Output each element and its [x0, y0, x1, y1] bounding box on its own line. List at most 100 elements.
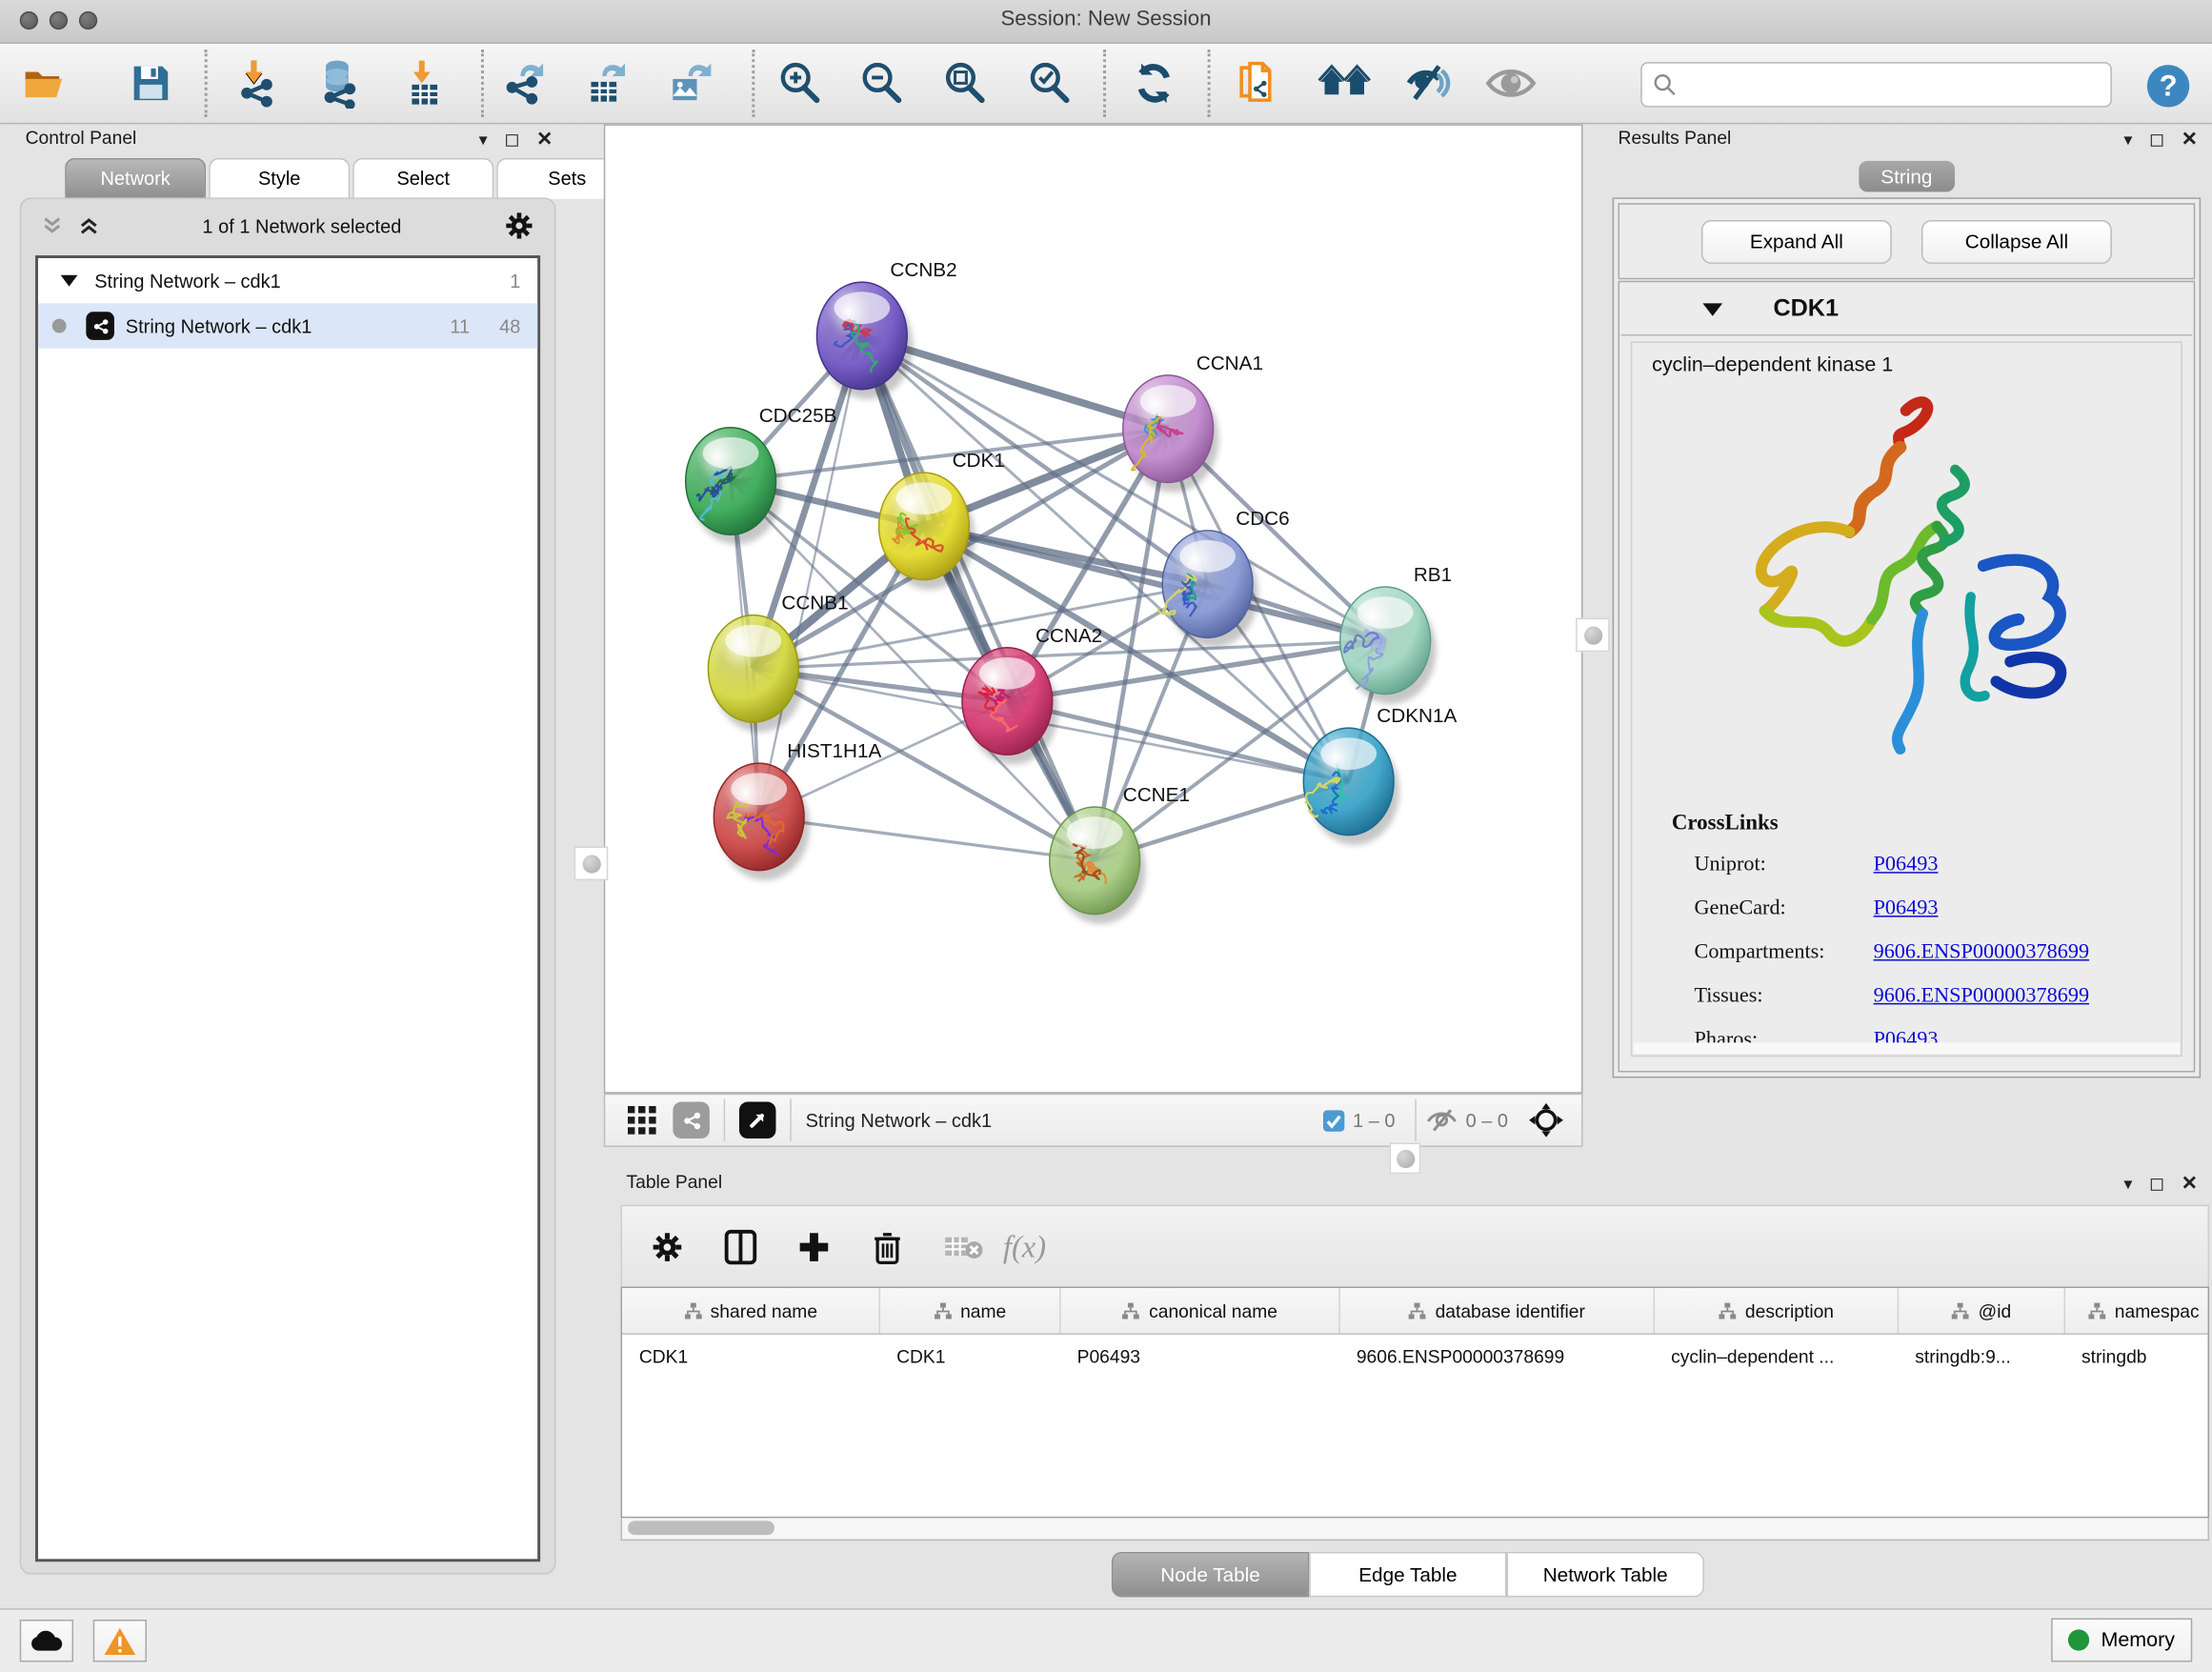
node-CDK1[interactable]: CDK1 — [879, 450, 1005, 590]
panel-close-icon[interactable]: ✕ — [536, 127, 553, 151]
import-table-from-file-button[interactable] — [398, 56, 452, 110]
delete-column-button[interactable] — [859, 1219, 915, 1275]
panel-collapse-icon[interactable]: ▾ — [2123, 1173, 2132, 1193]
zoom-selected-button[interactable] — [1023, 56, 1076, 110]
move-crosshair-icon[interactable] — [1528, 1102, 1565, 1139]
crosslink-link[interactable]: P06493 — [1874, 854, 1939, 877]
network-collection-row[interactable]: String Network – cdk1 1 — [38, 258, 537, 303]
table-hscrollbar-thumb[interactable] — [628, 1521, 774, 1535]
tab-node-table[interactable]: Node Table — [1112, 1552, 1309, 1597]
hidden-eye-icon[interactable] — [1425, 1106, 1459, 1135]
zoom-out-button[interactable] — [855, 56, 908, 110]
panel-float-icon[interactable]: ◻ — [2149, 128, 2164, 151]
panel-close-icon[interactable]: ✕ — [2182, 127, 2198, 151]
tab-select[interactable]: Select — [352, 158, 493, 199]
network-canvas[interactable]: CCNB2CCNA1CDC25BCDK1CDC6RB1CCNB1CCNA2CDK… — [604, 124, 1583, 1093]
gene-expander-icon[interactable] — [1702, 303, 1722, 315]
table-cell[interactable]: CDK1 — [879, 1334, 1060, 1377]
table-cell[interactable]: CDK1 — [622, 1334, 879, 1377]
table-cell[interactable]: stringdb — [2064, 1334, 2209, 1377]
help-button[interactable]: ? — [2142, 59, 2195, 112]
results-scrollbar[interactable] — [1634, 1042, 2180, 1054]
export-network-button[interactable] — [498, 56, 552, 110]
column-header-namespac[interactable]: namespac — [2064, 1288, 2209, 1334]
table-panel-title: Table Panel — [627, 1171, 723, 1192]
panel-close-icon[interactable]: ✕ — [2182, 1171, 2198, 1195]
crosslink-link[interactable]: 9606.ENSP00000378699 — [1874, 985, 2089, 1009]
column-header-description[interactable]: description — [1654, 1288, 1898, 1334]
import-network-from-database-button[interactable] — [312, 56, 365, 110]
node-RB1[interactable]: RB1 — [1340, 564, 1452, 704]
table-cell[interactable]: 9606.ENSP00000378699 — [1339, 1334, 1654, 1377]
tab-network-table[interactable]: Network Table — [1507, 1552, 1704, 1597]
expand-all-button[interactable]: Expand All — [1701, 220, 1892, 264]
main-toolbar: ? — [0, 44, 2212, 124]
table-cell[interactable]: cyclin–dependent ... — [1654, 1334, 1898, 1377]
collection-expander-icon[interactable] — [61, 275, 78, 287]
tab-string[interactable]: String — [1859, 161, 1956, 192]
horizontal-splitter-handle[interactable] — [1390, 1142, 1421, 1174]
cloud-status-button[interactable] — [20, 1620, 73, 1662]
tab-style[interactable]: Style — [209, 158, 350, 199]
network-row-selected[interactable]: String Network – cdk1 11 48 — [38, 303, 537, 348]
edge-CCNA2-CDKN1A[interactable] — [1007, 701, 1348, 781]
search-input[interactable] — [1683, 72, 2111, 96]
panel-float-icon[interactable]: ◻ — [504, 128, 519, 151]
first-neighbors-button[interactable] — [1317, 56, 1371, 110]
right-splitter-handle[interactable] — [1576, 618, 1610, 653]
add-column-button[interactable] — [786, 1219, 842, 1275]
clone-network-button[interactable] — [1230, 56, 1283, 110]
crosslink-row: Uniprot:P06493 — [1695, 854, 2170, 885]
table-settings-button[interactable] — [639, 1219, 695, 1275]
open-session-button[interactable] — [17, 56, 70, 110]
node-label-HIST1H1A: HIST1H1A — [787, 740, 881, 762]
export-image-button[interactable] — [663, 56, 716, 110]
node-CCNA1[interactable]: CCNA1 — [1123, 353, 1263, 493]
panel-collapse-icon[interactable]: ▾ — [2123, 129, 2132, 149]
column-header-name[interactable]: name — [879, 1288, 1060, 1334]
crosslink-link[interactable]: P06493 — [1874, 897, 1939, 921]
delete-table-button-disabled[interactable] — [935, 1219, 992, 1275]
selected-checkbox-icon[interactable] — [1321, 1108, 1345, 1132]
save-session-button[interactable] — [124, 56, 177, 110]
hide-selected-button[interactable] — [1400, 56, 1454, 110]
crosslink-link[interactable]: 9606.ENSP00000378699 — [1874, 941, 2089, 965]
protein-structure-image — [1695, 385, 2118, 780]
node-HIST1H1A[interactable]: HIST1H1A — [714, 740, 881, 880]
column-header-canonical-name[interactable]: canonical name — [1060, 1288, 1339, 1334]
zoom-fit-button[interactable] — [938, 56, 992, 110]
tab-network[interactable]: Network — [65, 158, 206, 199]
show-all-button-disabled[interactable] — [1484, 56, 1538, 110]
table-row[interactable]: CDK1CDK1P064939606.ENSP00000378699cyclin… — [622, 1334, 2209, 1377]
table-cell[interactable]: P06493 — [1060, 1334, 1339, 1377]
warning-status-button[interactable] — [93, 1620, 147, 1662]
collapse-all-chevron-icon[interactable] — [41, 214, 64, 237]
refresh-layout-button[interactable] — [1127, 56, 1180, 110]
string-network-graph[interactable]: CCNB2CCNA1CDC25BCDK1CDC6RB1CCNB1CCNA2CDK… — [605, 126, 1581, 1092]
import-network-from-file-button[interactable] — [230, 56, 283, 110]
gene-section-header[interactable]: CDK1 — [1621, 284, 2193, 336]
column-visibility-button[interactable] — [713, 1219, 769, 1275]
function-builder-button[interactable]: f(x) — [1003, 1228, 1046, 1265]
node-CDKN1A[interactable]: CDKN1A — [1303, 705, 1457, 845]
expand-all-chevron-icon[interactable] — [77, 214, 100, 237]
share-view-badge[interactable] — [673, 1102, 710, 1139]
memory-button[interactable]: Memory — [2051, 1619, 2192, 1662]
column-header--id[interactable]: @id — [1898, 1288, 2064, 1334]
node-label-CDC25B: CDC25B — [759, 405, 837, 427]
column-header-database-identifier[interactable]: database identifier — [1339, 1288, 1654, 1334]
warning-triangle-icon — [103, 1626, 137, 1656]
birdseye-toggle-badge[interactable] — [739, 1102, 776, 1139]
network-options-gear-icon[interactable] — [504, 211, 535, 242]
left-splitter-handle[interactable] — [574, 847, 609, 881]
edge-CCNB2-CCNE1[interactable] — [862, 335, 1095, 860]
table-cell[interactable]: stringdb:9... — [1898, 1334, 2064, 1377]
collapse-all-button[interactable]: Collapse All — [1921, 220, 2112, 264]
column-header-shared-name[interactable]: shared name — [622, 1288, 879, 1334]
grid-view-icon[interactable] — [625, 1103, 659, 1138]
tab-edge-table[interactable]: Edge Table — [1309, 1552, 1506, 1597]
zoom-in-button[interactable] — [774, 56, 827, 110]
export-table-button[interactable] — [580, 56, 633, 110]
panel-collapse-icon[interactable]: ▾ — [479, 129, 488, 149]
panel-float-icon[interactable]: ◻ — [2149, 1172, 2164, 1195]
